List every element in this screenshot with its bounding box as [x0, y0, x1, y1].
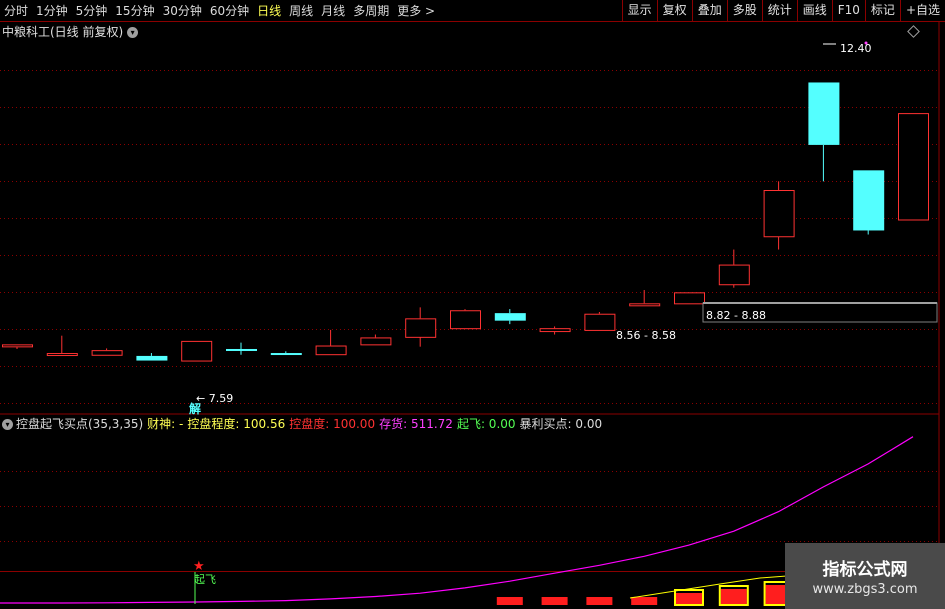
indicator-name: 控盘起飞买点(35,3,35)	[16, 417, 144, 431]
low-price-label: ← 7.59	[196, 392, 233, 405]
candle-body-1	[46, 353, 78, 357]
indicator-magenta-line	[0, 436, 914, 604]
indicator-bar-14	[631, 597, 658, 605]
candle-body-18	[808, 82, 840, 145]
candle-body-11	[494, 313, 526, 321]
qifei-label: 起飞	[194, 573, 216, 586]
indicator-menu-icon[interactable]: ▾	[2, 419, 13, 430]
candle-body-10	[450, 310, 481, 330]
range-label-2: 8.82 - 8.88	[706, 309, 766, 322]
watermark-title: 指标公式网	[822, 560, 908, 580]
candle-body-2	[91, 350, 123, 356]
indicator-bar-12	[541, 597, 568, 605]
indicator-qifei: 起飞: 0.00	[456, 417, 516, 431]
candle-body-6	[270, 353, 302, 356]
watermark: 指标公式网 www.zbgs3.com	[785, 543, 945, 609]
candle-body-3	[136, 355, 168, 361]
candle-body-7	[315, 345, 347, 356]
candle-body-15	[674, 292, 705, 305]
jie-label: 解	[189, 401, 201, 416]
range-label-1: 8.56 - 8.58	[616, 329, 676, 342]
indicator-cunhuo: 存货: 511.72	[379, 417, 453, 431]
high-marker-dot	[864, 41, 868, 45]
star-icon: ★	[193, 559, 205, 574]
candle-body-19	[853, 170, 885, 231]
candle-body-9	[405, 318, 437, 338]
indicator-bar-15	[676, 593, 702, 605]
indicator-baoli: 暴利买点: 0.00	[519, 417, 603, 431]
candle-body-14	[629, 303, 661, 307]
watermark-url: www.zbgs3.com	[812, 582, 918, 597]
indicator-bar-16	[720, 589, 747, 605]
indicator-kongpan-degree: 控盘程度: 100.56	[187, 417, 286, 431]
candle-body-8	[360, 337, 392, 346]
candle-body-4	[181, 340, 213, 362]
indicator-legend: ▾ 控盘起飞买点(35,3,35) 财神: - 控盘程度: 100.56 控盘度…	[2, 416, 606, 433]
indicator-bar-13	[586, 597, 613, 605]
candle-body-0	[2, 344, 33, 348]
indicator-bar-11	[496, 597, 523, 605]
candle-body-20	[898, 113, 929, 221]
chart-svg: 12.40← 7.598.56 - 8.588.82 - 8.88解起飞★	[0, 22, 940, 609]
indicator-kongpan: 控盘度: 100.00	[289, 417, 376, 431]
candle-body-12	[539, 328, 571, 333]
candle-body-17	[763, 190, 795, 238]
candle-body-16	[718, 264, 750, 286]
indicator-caishen: 财神: -	[147, 417, 184, 431]
candle-body-5	[226, 348, 257, 351]
candle-body-13	[584, 313, 616, 331]
